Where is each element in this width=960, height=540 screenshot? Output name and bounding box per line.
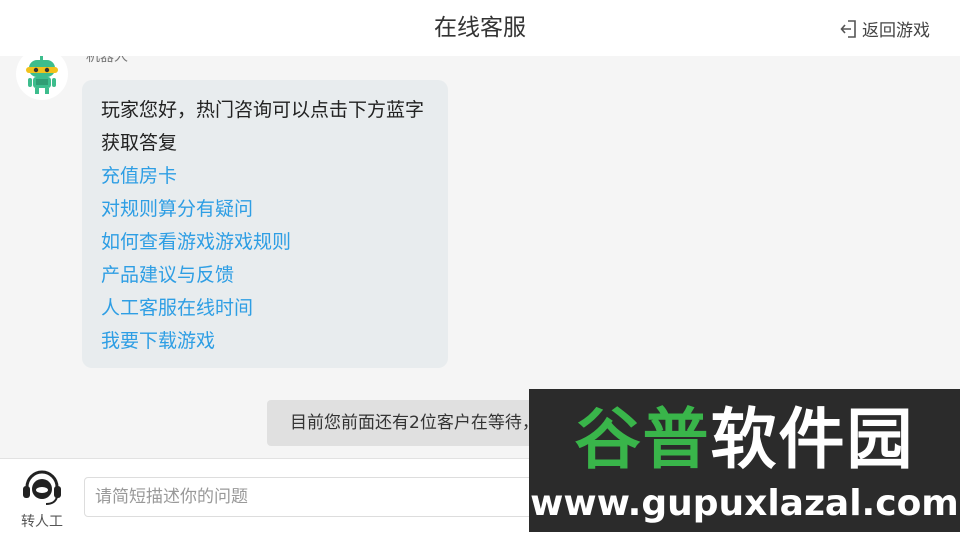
- bot-name: 机器人: [86, 56, 128, 65]
- human-agent-button[interactable]: 转人工: [14, 469, 70, 531]
- page-title: 在线客服: [434, 15, 526, 41]
- quick-link-download[interactable]: 我要下载游戏: [101, 325, 430, 358]
- quick-link-feedback[interactable]: 产品建议与反馈: [101, 259, 430, 292]
- quick-link-service-hours[interactable]: 人工客服在线时间: [101, 292, 430, 325]
- watermark-overlay: 谷普软件园 www.gupuxlazal.com: [529, 389, 960, 532]
- header-bar: 在线客服 返回游戏: [0, 0, 960, 56]
- exit-icon: [840, 19, 856, 38]
- watermark-url: www.gupuxlazal.com: [530, 483, 959, 524]
- headset-icon: [23, 470, 61, 505]
- message-intro: 玩家您好，热门咨询可以点击下方蓝字获取答复: [101, 99, 425, 154]
- robot-avatar: [16, 56, 68, 100]
- back-label: 返回游戏: [862, 21, 930, 41]
- human-agent-label: 转人工: [21, 514, 63, 530]
- watermark-logo-green: 谷普: [574, 401, 711, 478]
- watermark-logo-white: 软件园: [710, 401, 915, 478]
- back-to-game-button[interactable]: 返回游戏: [840, 16, 930, 41]
- robot-icon: [26, 56, 58, 94]
- bot-message-bubble: 玩家您好，热门咨询可以点击下方蓝字获取答复 充值房卡 对规则算分有疑问 如何查看…: [82, 80, 448, 368]
- quick-link-recharge[interactable]: 充值房卡: [101, 160, 430, 193]
- quick-link-view-rules[interactable]: 如何查看游戏游戏规则: [101, 226, 430, 259]
- message-input[interactable]: [84, 477, 604, 517]
- quick-link-scoring-rules[interactable]: 对规则算分有疑问: [101, 193, 430, 226]
- watermark-logo: 谷普软件园: [529, 397, 960, 483]
